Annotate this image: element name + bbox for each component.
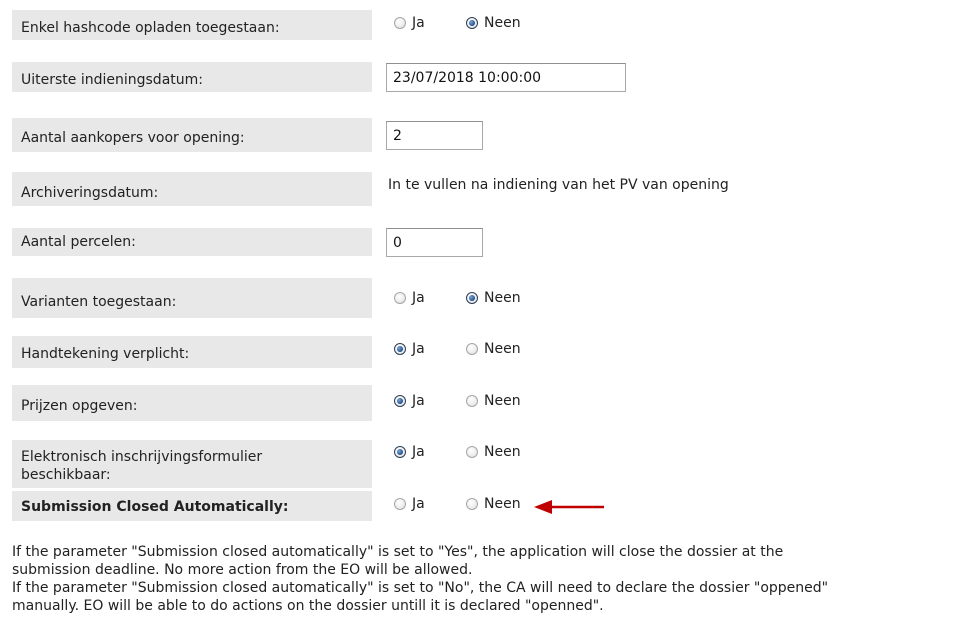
variants-label: Varianten toegestaan: <box>12 278 372 318</box>
eform-yes-label: Ja <box>412 444 425 460</box>
variants-no-option[interactable]: Neen <box>466 290 521 306</box>
eform-label-line1: Elektronisch inschrijvingsformulier <box>21 449 263 465</box>
note-line-1: If the parameter "Submission closed auto… <box>12 544 784 560</box>
buyers-label: Aantal aankopers voor opening: <box>12 118 372 152</box>
note-line-2: submission deadline. No more action from… <box>12 562 473 578</box>
variants-no-label: Neen <box>484 290 521 306</box>
prices-label: Prijzen opgeven: <box>12 385 372 421</box>
prices-no-option[interactable]: Neen <box>466 393 521 409</box>
auto-close-yes-radio[interactable] <box>394 498 406 510</box>
auto-close-no-radio[interactable] <box>466 498 478 510</box>
deadline-input[interactable] <box>386 63 626 92</box>
variants-yes-radio[interactable] <box>394 292 406 304</box>
signature-yes-option[interactable]: Ja <box>394 341 425 357</box>
explanation-note: If the parameter "Submission closed auto… <box>12 543 972 615</box>
hashcode-label: Enkel hashcode opladen toegestaan: <box>12 10 372 40</box>
auto-close-yes-option[interactable]: Ja <box>394 496 425 512</box>
signature-no-option[interactable]: Neen <box>466 341 521 357</box>
prices-no-radio[interactable] <box>466 395 478 407</box>
signature-yes-radio[interactable] <box>394 343 406 355</box>
note-line-3: If the parameter "Submission closed auto… <box>12 580 829 596</box>
eform-no-radio[interactable] <box>466 446 478 458</box>
auto-close-label: Submission Closed Automatically: <box>12 491 372 521</box>
signature-no-label: Neen <box>484 341 521 357</box>
archive-label: Archiveringsdatum: <box>12 172 372 206</box>
hashcode-no-radio[interactable] <box>466 17 478 29</box>
variants-no-radio[interactable] <box>466 292 478 304</box>
hashcode-yes-radio[interactable] <box>394 17 406 29</box>
signature-no-radio[interactable] <box>466 343 478 355</box>
eform-label-line2: beschikbaar: <box>21 467 111 483</box>
prices-yes-radio[interactable] <box>394 395 406 407</box>
variants-yes-option[interactable]: Ja <box>394 290 425 306</box>
eform-yes-radio[interactable] <box>394 446 406 458</box>
hashcode-no-option[interactable]: Neen <box>466 15 521 31</box>
auto-close-yes-label: Ja <box>412 496 425 512</box>
signature-label: Handtekening verplicht: <box>12 336 372 368</box>
buyers-input[interactable] <box>386 121 483 150</box>
archive-value: In te vullen na indiening van het PV van… <box>388 177 729 193</box>
auto-close-no-option[interactable]: Neen <box>466 496 521 512</box>
lots-input[interactable] <box>386 228 483 257</box>
auto-close-no-label: Neen <box>484 496 521 512</box>
eform-no-option[interactable]: Neen <box>466 444 521 460</box>
eform-yes-option[interactable]: Ja <box>394 444 425 460</box>
prices-yes-label: Ja <box>412 393 425 409</box>
note-line-4: manually. EO will be able to do actions … <box>12 598 604 614</box>
deadline-label: Uiterste indieningsdatum: <box>12 62 372 92</box>
hashcode-yes-option[interactable]: Ja <box>394 15 425 31</box>
red-arrow-icon <box>534 500 604 514</box>
hashcode-no-label: Neen <box>484 15 521 31</box>
prices-yes-option[interactable]: Ja <box>394 393 425 409</box>
eform-label: Elektronisch inschrijvingsformulier besc… <box>12 440 372 488</box>
lots-label: Aantal percelen: <box>12 228 372 256</box>
eform-no-label: Neen <box>484 444 521 460</box>
signature-yes-label: Ja <box>412 341 425 357</box>
variants-yes-label: Ja <box>412 290 425 306</box>
prices-no-label: Neen <box>484 393 521 409</box>
hashcode-yes-label: Ja <box>412 15 425 31</box>
